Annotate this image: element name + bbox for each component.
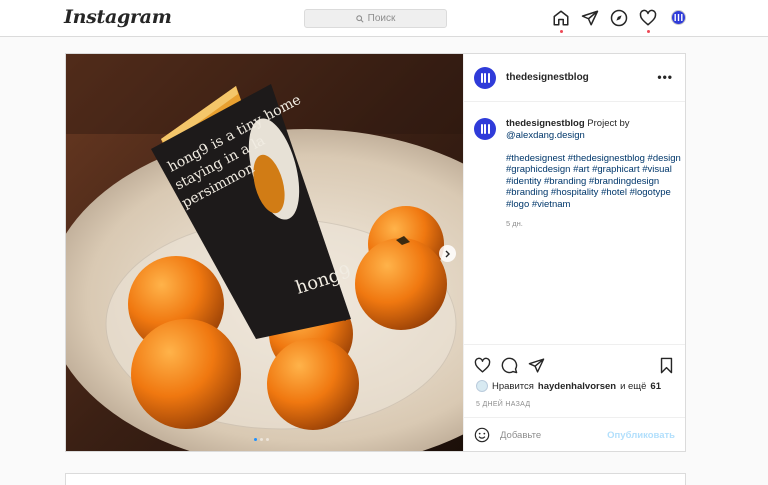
- caption-text: Project by: [587, 118, 630, 129]
- direct-message-icon[interactable]: [581, 9, 599, 27]
- liker-avatar[interactable]: [476, 380, 488, 392]
- author-avatar[interactable]: [474, 67, 496, 89]
- carousel-dots: [254, 438, 269, 441]
- like-heart-icon[interactable]: [474, 357, 491, 374]
- carousel-dot: [266, 438, 269, 441]
- activity-heart-icon[interactable]: [639, 9, 657, 33]
- carousel-dot: [260, 438, 263, 441]
- profile-avatar[interactable]: [671, 10, 686, 25]
- comment-icon[interactable]: [501, 357, 518, 374]
- post-card: hong9 is a tiny home staying in a la per…: [65, 53, 686, 452]
- search-placeholder: Поиск: [367, 13, 396, 24]
- post-header: thedesignestblog •••: [464, 54, 685, 102]
- posted-time: 5 ДНЕЙ НАЗАД: [476, 401, 531, 408]
- search-icon: [355, 14, 364, 23]
- search-input[interactable]: Поиск: [304, 9, 447, 28]
- publish-button[interactable]: Опубликовать: [607, 430, 675, 441]
- caption-hashtags[interactable]: #thedesignest #thedesignestblog #design …: [506, 153, 681, 210]
- comment-form: Добавьте Опубликовать: [464, 417, 685, 451]
- post-sidebar: thedesignestblog ••• thedesignestblog Pr…: [463, 54, 685, 451]
- explore-icon[interactable]: [610, 9, 628, 27]
- carousel-dot: [254, 438, 257, 441]
- author-username[interactable]: thedesignestblog: [506, 72, 589, 83]
- caption-time: 5 дн.: [506, 219, 523, 228]
- caption-author-avatar[interactable]: [474, 118, 496, 140]
- instagram-logo[interactable]: Instagram: [64, 6, 172, 28]
- next-post-card: [65, 473, 686, 485]
- notification-dot: [647, 30, 650, 33]
- more-options-icon[interactable]: •••: [657, 70, 673, 84]
- home-icon[interactable]: [552, 9, 570, 33]
- likes-middle: и ещё: [620, 380, 647, 392]
- bookmark-icon[interactable]: [658, 357, 675, 374]
- post-photo[interactable]: hong9 is a tiny home staying in a la per…: [66, 54, 463, 451]
- comment-input[interactable]: Добавьте: [500, 430, 541, 441]
- emoji-icon[interactable]: [474, 427, 490, 443]
- likes-count[interactable]: 61: [650, 381, 661, 392]
- post-actions: Нравится haydenhalvorsen и ещё 61: [464, 344, 685, 394]
- top-nav-bar: Instagram Поиск: [0, 0, 768, 37]
- liker-username[interactable]: haydenhalvorsen: [538, 381, 616, 392]
- caption-username[interactable]: thedesignestblog: [506, 118, 585, 129]
- carousel-next-button[interactable]: [439, 245, 456, 262]
- share-icon[interactable]: [528, 357, 545, 374]
- caption-mention-link[interactable]: @alexdang.design: [506, 130, 585, 141]
- likes-prefix: Нравится: [492, 380, 534, 392]
- notification-dot: [560, 30, 563, 33]
- likes-summary: Нравится haydenhalvorsen и ещё 61: [476, 380, 661, 392]
